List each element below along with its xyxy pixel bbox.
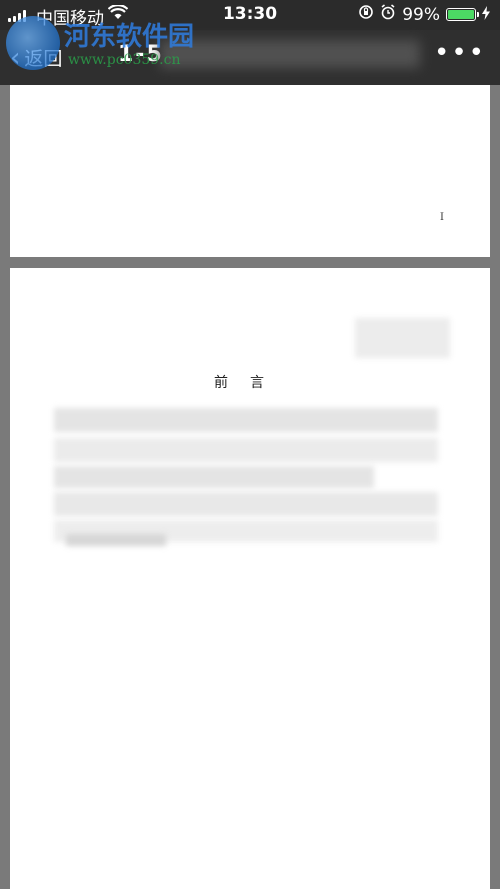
redacted-block — [355, 318, 450, 358]
page-indicator: 1-5 — [118, 42, 164, 67]
orientation-lock-icon — [358, 4, 374, 25]
more-icon[interactable]: ••• — [434, 38, 486, 68]
back-button[interactable]: ‹ 返回 — [10, 44, 62, 71]
redacted-text-line — [54, 438, 438, 462]
section-heading: 前言 — [214, 375, 286, 391]
back-chevron-icon: ‹ — [10, 42, 21, 73]
redacted-text-line — [54, 492, 438, 516]
title-redacted — [160, 40, 420, 68]
charging-icon — [482, 5, 490, 25]
battery-icon — [446, 8, 479, 21]
back-label: 返回 — [24, 48, 63, 70]
redacted-text-line — [66, 534, 166, 546]
status-bar: 中国移动 13:30 99% — [0, 0, 500, 30]
nav-bar: ‹ 返回 1-5 ••• — [0, 30, 500, 85]
redacted-text-line — [54, 466, 374, 488]
page-number: I — [440, 212, 444, 223]
redacted-text-line — [54, 408, 438, 432]
alarm-icon — [380, 4, 396, 25]
battery-percent: 99% — [402, 4, 440, 25]
document-page-2[interactable]: 前言 — [10, 268, 490, 889]
document-page-1[interactable]: I — [10, 85, 490, 257]
